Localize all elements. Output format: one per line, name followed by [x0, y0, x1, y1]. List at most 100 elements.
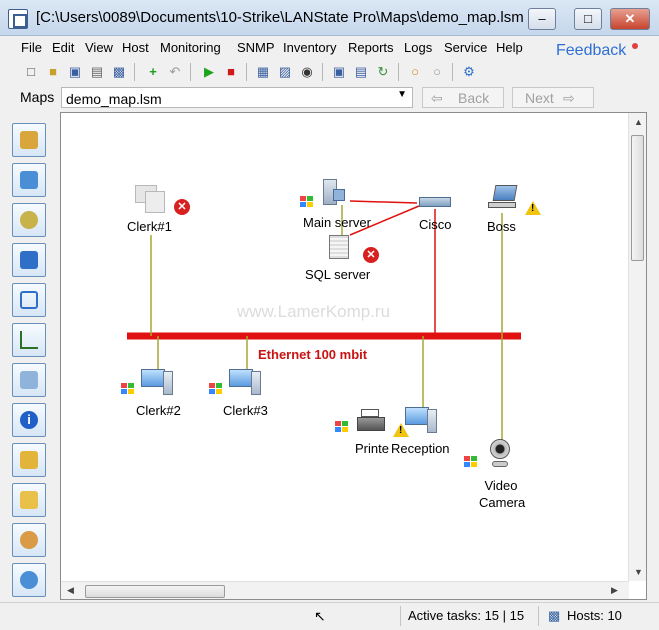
workstation-icon[interactable] [229, 367, 263, 397]
web-button[interactable] [12, 563, 46, 597]
device-printer[interactable]: Printe [355, 441, 389, 456]
menu-monitoring[interactable]: Monitoring [160, 40, 221, 55]
menu-service[interactable]: Service [444, 40, 487, 55]
save-icon[interactable]: ▣ [66, 63, 84, 81]
device-clerk1[interactable]: Clerk#1 [127, 219, 172, 234]
workstation-icon[interactable] [135, 183, 165, 213]
status-separator [538, 606, 539, 626]
hand-tool-button[interactable] [12, 523, 46, 557]
minimize-button[interactable]: – [528, 8, 556, 30]
stop-monitoring-icon[interactable]: ■ [222, 63, 240, 81]
topology-icon[interactable]: ▨ [276, 63, 294, 81]
menu-view[interactable]: View [85, 40, 113, 55]
document-button[interactable] [12, 243, 46, 277]
device-cisco[interactable]: Cisco [419, 217, 452, 232]
vertical-scrollbar[interactable]: ▲ ▼ [628, 113, 646, 581]
status-bar: ↖ Active tasks: 15 | 15 ▩ Hosts: 10 [0, 602, 659, 630]
horizontal-scrollbar[interactable]: ◀ ▶ [61, 581, 629, 599]
menu-help[interactable]: Help [496, 40, 523, 55]
folder-star-icon [20, 451, 38, 469]
globe-icon [20, 571, 38, 589]
toolbar-separator [134, 63, 135, 81]
printer-icon[interactable] [357, 409, 387, 435]
add-icon[interactable]: + [144, 63, 162, 81]
line-icon [20, 331, 38, 349]
select-area-button[interactable] [12, 283, 46, 317]
webcam-icon[interactable] [488, 439, 514, 471]
horizontal-scroll-thumb[interactable] [85, 585, 225, 598]
vertical-scroll-thumb[interactable] [631, 135, 644, 261]
device-boss[interactable]: Boss [487, 219, 516, 234]
active-tasks: Active tasks: 15 | 15 [408, 608, 525, 623]
open-folder-button[interactable] [12, 483, 46, 517]
scroll-right-icon[interactable]: ▶ [611, 585, 618, 596]
map-select[interactable]: demo_map.lsm ▼ [61, 87, 413, 108]
back-button[interactable]: ⇦ Back [422, 87, 504, 108]
device-reception[interactable]: Reception [391, 441, 450, 456]
menu-inventory[interactable]: Inventory [283, 40, 336, 55]
windows-icon [335, 421, 348, 433]
settings-gear-icon[interactable]: ⚙ [460, 63, 478, 81]
report-button[interactable] [12, 363, 46, 397]
print-icon[interactable]: ▤ [88, 63, 106, 81]
draw-line-button[interactable] [12, 323, 46, 357]
close-button[interactable]: ✕ [610, 8, 650, 30]
ethernet-label: Ethernet 100 mbit [258, 347, 368, 362]
device-video-camera[interactable]: Video Camera [479, 477, 525, 511]
export-icon[interactable]: ▩ [110, 63, 128, 81]
info-icon: i [20, 411, 38, 429]
chevron-down-icon[interactable]: ▼ [397, 89, 407, 100]
open-folder-icon[interactable]: ■ [44, 63, 62, 81]
maps-label: Maps [20, 89, 55, 105]
refresh-icon[interactable]: ↻ [374, 63, 392, 81]
menu-edit[interactable]: Edit [52, 40, 74, 55]
toolbar-separator [246, 63, 247, 81]
maximize-button[interactable]: □ [574, 8, 602, 30]
menu-file[interactable]: File [21, 40, 42, 55]
device-clerk2[interactable]: Clerk#2 [136, 403, 181, 418]
zoom-in-icon[interactable]: ○ [406, 63, 424, 81]
menu-snmp[interactable]: SNMP [237, 40, 275, 55]
scroll-down-icon[interactable]: ▼ [634, 567, 643, 577]
scroll-left-icon[interactable]: ◀ [67, 585, 74, 596]
link-main-cisco [349, 200, 418, 204]
undo-icon[interactable]: ↶ [166, 63, 184, 81]
map-select-value: demo_map.lsm [66, 91, 162, 107]
device-main-server[interactable]: Main server [303, 215, 371, 230]
menu-reports[interactable]: Reports [348, 40, 394, 55]
maps-bar: Maps demo_map.lsm ▼ ⇦ Back Next ⇨ [0, 85, 659, 111]
document-icon [20, 251, 38, 269]
menu-host[interactable]: Host [122, 40, 149, 55]
next-button[interactable]: Next ⇨ [512, 87, 594, 108]
start-monitoring-icon[interactable]: ▶ [200, 63, 218, 81]
error-status-icon: ✕ [174, 199, 190, 215]
scroll-up-icon[interactable]: ▲ [634, 117, 643, 127]
info-button[interactable]: i [12, 403, 46, 437]
preview-icon[interactable]: ▤ [352, 63, 370, 81]
app-icon [8, 9, 28, 29]
device-clerk3[interactable]: Clerk#3 [223, 403, 268, 418]
add-hosts-button[interactable] [12, 163, 46, 197]
map-canvas[interactable]: www.LamerKomp.ru Ethernet 100 mbit ✕ Cle… [60, 112, 647, 600]
hand-icon [20, 531, 38, 549]
menu-logs[interactable]: Logs [404, 40, 432, 55]
device-sql-server[interactable]: SQL server [305, 267, 370, 282]
properties-icon[interactable]: ▣ [330, 63, 348, 81]
server-icon[interactable] [327, 233, 355, 261]
scan-network-icon[interactable]: ▦ [254, 63, 272, 81]
new-folder-button[interactable] [12, 443, 46, 477]
new-file-icon[interactable]: □ [22, 63, 40, 81]
watermark: www.LamerKomp.ru [237, 302, 391, 321]
feedback-link[interactable]: Feedback [556, 42, 626, 60]
router-icon[interactable] [419, 193, 453, 209]
laptop-icon[interactable] [488, 185, 520, 213]
server-icon[interactable] [321, 179, 345, 209]
zoom-out-icon[interactable]: ○ [428, 63, 446, 81]
map-wizard-button[interactable] [12, 123, 46, 157]
next-label: Next [525, 90, 554, 106]
workstation-icon[interactable] [405, 405, 439, 435]
find-icon[interactable]: ◉ [298, 63, 316, 81]
ip-scan-button[interactable] [12, 203, 46, 237]
workstation-icon[interactable] [141, 367, 175, 397]
ip-search-icon [20, 211, 38, 229]
